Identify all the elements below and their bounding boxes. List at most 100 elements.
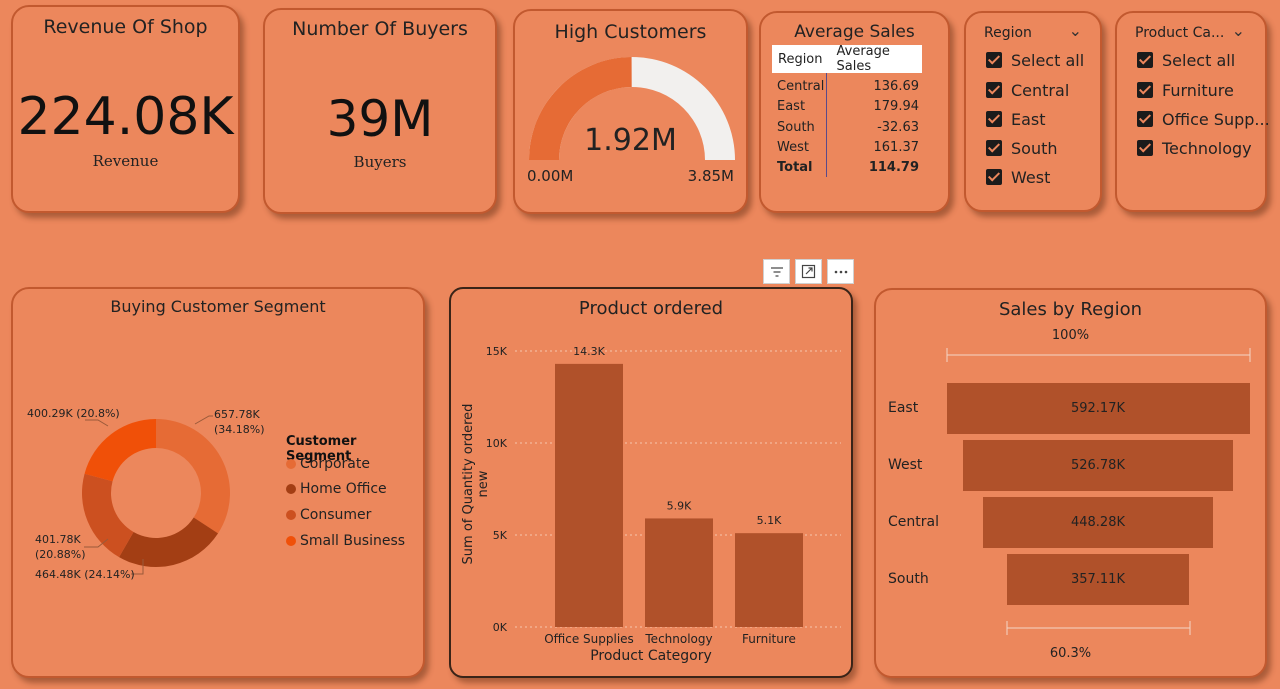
funnel-bar-west[interactable]: 526.78K: [963, 440, 1233, 491]
y-tick-label: 0K: [493, 621, 508, 634]
legend-marker: [286, 459, 296, 469]
revenue-card[interactable]: Revenue Of Shop 224.08K Revenue: [11, 5, 240, 213]
checkbox[interactable]: [1137, 140, 1153, 156]
slicer-item-office-supplies[interactable]: Office Supp...: [1137, 108, 1270, 130]
table-row: Central 136.69: [777, 79, 919, 99]
revenue-value: 224.08K: [17, 87, 234, 147]
header-region[interactable]: Region: [778, 52, 823, 67]
data-label-percent: (20.88%): [35, 548, 86, 561]
focus-mode-button[interactable]: [795, 259, 822, 284]
bar-data-label: 5.9K: [667, 499, 692, 512]
row-value: 136.69: [873, 79, 920, 94]
chevron-down-icon[interactable]: ⌄: [1069, 21, 1082, 40]
legend-item-small-business[interactable]: Small Business: [286, 533, 405, 549]
table-total-row: Total 114.79: [777, 160, 919, 180]
average-sales-header[interactable]: Region Average Sales: [772, 44, 922, 74]
checkbox[interactable]: [1137, 82, 1153, 98]
legend-item-home-office[interactable]: Home Office: [286, 481, 387, 497]
legend-item-consumer[interactable]: Consumer: [286, 507, 371, 523]
checkbox[interactable]: [986, 169, 1002, 185]
leader-line: [194, 415, 213, 425]
leader-line: [85, 419, 109, 427]
bar-data-label: 14.3K: [573, 345, 605, 358]
slicer-item-west[interactable]: West: [986, 166, 1050, 188]
sales-by-region-card[interactable]: Sales by Region 100% East West Central S…: [874, 288, 1267, 678]
funnel-label-south: South: [888, 571, 929, 587]
donut-slice-small-business[interactable]: [84, 419, 156, 482]
average-sales-title: Average Sales: [794, 22, 915, 42]
filter-button[interactable]: [763, 259, 790, 284]
checkbox[interactable]: [986, 111, 1002, 127]
checkbox[interactable]: [1137, 52, 1153, 68]
total-label: Total: [777, 160, 813, 175]
table-row: West 161.37: [777, 140, 919, 160]
slicer-item-label: West: [1011, 167, 1051, 187]
checkbox[interactable]: [986, 82, 1002, 98]
data-label-small-business: 400.29K (20.8%): [27, 407, 120, 420]
data-label-value: 401.78K: [35, 533, 81, 546]
slicer-item-south[interactable]: South: [986, 137, 1058, 159]
slicer-item-label: East: [1011, 109, 1046, 129]
legend-label: Small Business: [300, 533, 406, 549]
funnel-bar-central[interactable]: 448.28K: [983, 497, 1213, 548]
buyers-card-title: Number Of Buyers: [292, 18, 468, 40]
buyers-card[interactable]: Number Of Buyers 39M Buyers: [263, 8, 497, 214]
donut-slice-home-office[interactable]: [119, 517, 219, 567]
legend-marker: [286, 536, 296, 546]
revenue-label: Revenue: [92, 152, 159, 170]
filter-icon: [770, 266, 783, 277]
gauge-chart: [529, 57, 735, 161]
gauge-max-label: 3.85M: [687, 167, 734, 185]
donut-slice-consumer[interactable]: [81, 473, 134, 558]
slicer-item-label: South: [1011, 138, 1058, 158]
funnel-label-west: West: [888, 457, 923, 473]
x-tick-label: Technology: [644, 632, 712, 646]
bar-office-supplies[interactable]: [555, 363, 623, 627]
bar-technology[interactable]: [645, 518, 713, 627]
header-average-sales[interactable]: Average Sales: [837, 44, 922, 74]
buyers-label: Buyers: [353, 153, 407, 171]
funnel-bar-east[interactable]: 592.17K: [946, 383, 1250, 434]
table-row: South -32.63: [777, 120, 919, 140]
checkbox[interactable]: [986, 140, 1002, 156]
product-ordered-chart-card[interactable]: Product ordered 0K 5K 10K 15K 14.3K Office Su…: [449, 287, 853, 678]
data-label-consumer: 401.78K (20.88%): [35, 532, 86, 562]
slicer-item-technology[interactable]: Technology: [1137, 137, 1252, 159]
slicer-item-central[interactable]: Central: [986, 79, 1069, 101]
funnel-label-east: East: [888, 400, 919, 416]
table-row: East 179.94: [777, 99, 919, 119]
row-region: Central: [777, 79, 825, 94]
region-slicer[interactable]: Region ⌄ Select all Central East South W…: [964, 11, 1102, 212]
row-value: 161.37: [873, 140, 920, 155]
more-options-button[interactable]: [827, 259, 854, 284]
legend-item-corporate[interactable]: Corporate: [286, 456, 370, 472]
total-value: 114.79: [868, 160, 919, 175]
slicer-item-label: Technology: [1162, 138, 1252, 158]
revenue-card-title: Revenue Of Shop: [43, 16, 208, 38]
data-label-value: 657.78K: [214, 408, 260, 421]
customer-segment-chart-card[interactable]: Buying Customer Segment 657.78K (34.18%)…: [11, 287, 425, 678]
product-category-slicer[interactable]: Product Ca... ⌄ Select all Furniture Off…: [1115, 11, 1270, 212]
gauge-card[interactable]: High Customers 1.92M 0.00M 3.85M: [513, 9, 748, 214]
slicer-item-label: Furniture: [1162, 80, 1234, 100]
legend-marker: [286, 484, 296, 494]
slicer-item-select-all[interactable]: Select all: [1137, 49, 1235, 71]
average-sales-card[interactable]: Average Sales Region Average Sales Centr…: [759, 11, 950, 213]
slicer-item-label: Select all: [1162, 50, 1236, 70]
slicer-item-label: Office Supp...: [1162, 109, 1270, 129]
slicer-item-select-all[interactable]: Select all: [986, 49, 1084, 71]
bar-furniture[interactable]: [735, 533, 803, 627]
legend-label: Consumer: [300, 507, 372, 523]
legend-label: Corporate: [300, 456, 370, 472]
checkbox[interactable]: [986, 52, 1002, 68]
funnel-label-central: Central: [888, 514, 939, 530]
slicer-item-east[interactable]: East: [986, 108, 1046, 130]
slicer-item-label: Select all: [1011, 50, 1085, 70]
checkbox[interactable]: [1137, 111, 1153, 127]
chevron-down-icon[interactable]: ⌄: [1232, 21, 1245, 40]
focus-mode-icon: [801, 264, 816, 279]
funnel-bar-south[interactable]: 357.11K: [1006, 554, 1190, 605]
slicer-item-furniture[interactable]: Furniture: [1137, 79, 1234, 101]
data-label-percent: (34.18%): [214, 423, 265, 436]
region-slicer-title: Region: [984, 25, 1032, 41]
